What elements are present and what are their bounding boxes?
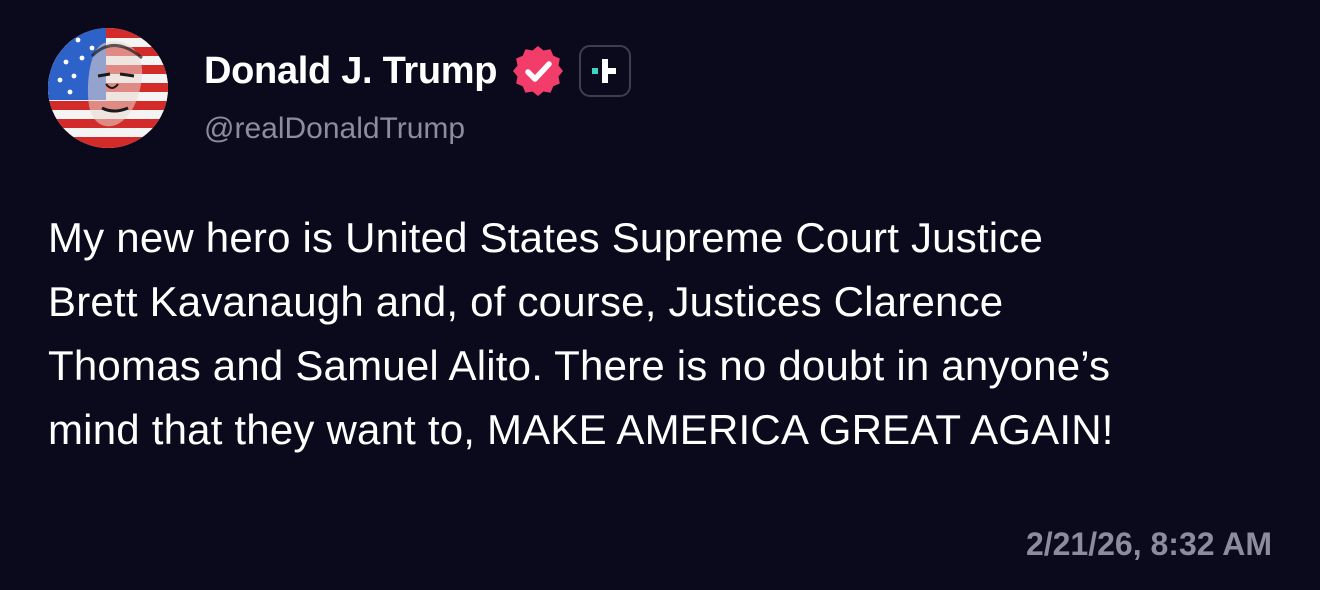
post-timestamp[interactable]: 2/21/26, 8:32 AM xyxy=(1026,526,1272,563)
avatar-image xyxy=(48,28,168,148)
author-handle[interactable]: @realDonaldTrump xyxy=(204,112,465,146)
avatar[interactable] xyxy=(48,28,168,148)
author-name-row: Donald J. Trump xyxy=(204,44,632,98)
plus-badge-icon[interactable] xyxy=(579,45,632,97)
post-body-text: My new hero is United States Supreme Cou… xyxy=(48,214,1114,453)
post-card: Donald J. Trump @realDonaldTrump My new … xyxy=(0,0,1320,590)
author-display-name[interactable]: Donald J. Trump xyxy=(204,50,498,93)
verified-check-icon xyxy=(511,44,565,98)
